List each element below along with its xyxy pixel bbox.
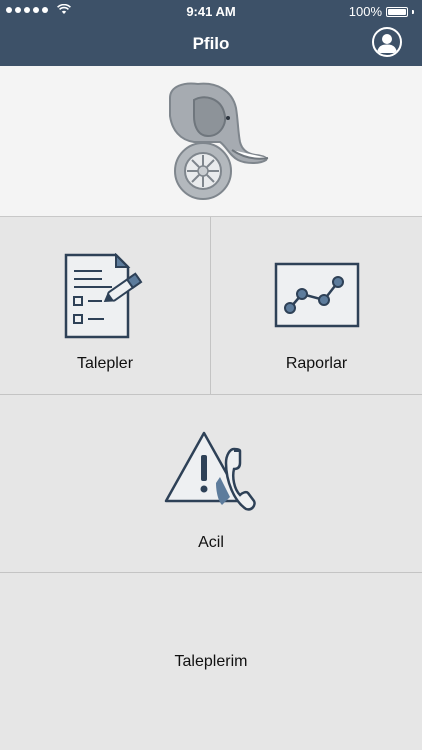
battery-icon [386, 6, 408, 17]
reports-tile[interactable]: Raporlar [211, 217, 422, 394]
my-requests-tile[interactable]: Taleplerim [0, 573, 422, 750]
page-title: Pfilo [192, 34, 230, 53]
document-pen-icon [64, 253, 143, 339]
reports-label: Raporlar [285, 355, 348, 372]
status-bar: 9:41 AM 100% [0, 0, 422, 22]
emergency-tile[interactable]: Acil [0, 395, 422, 572]
warning-phone-icon [164, 431, 256, 511]
requests-label: Talepler [76, 355, 134, 372]
requests-tile[interactable]: Talepler [0, 217, 210, 394]
profile-button[interactable] [372, 27, 402, 57]
elephant-wheel-logo [169, 82, 269, 200]
emergency-label: Acil [198, 534, 224, 551]
my-requests-label: Taleplerim [174, 653, 248, 670]
nav-bar: Pfilo [0, 22, 422, 66]
hero-banner [0, 66, 422, 217]
battery-percent: 100% [348, 4, 382, 19]
user-circle-icon [377, 34, 397, 53]
line-chart-icon [274, 262, 360, 328]
